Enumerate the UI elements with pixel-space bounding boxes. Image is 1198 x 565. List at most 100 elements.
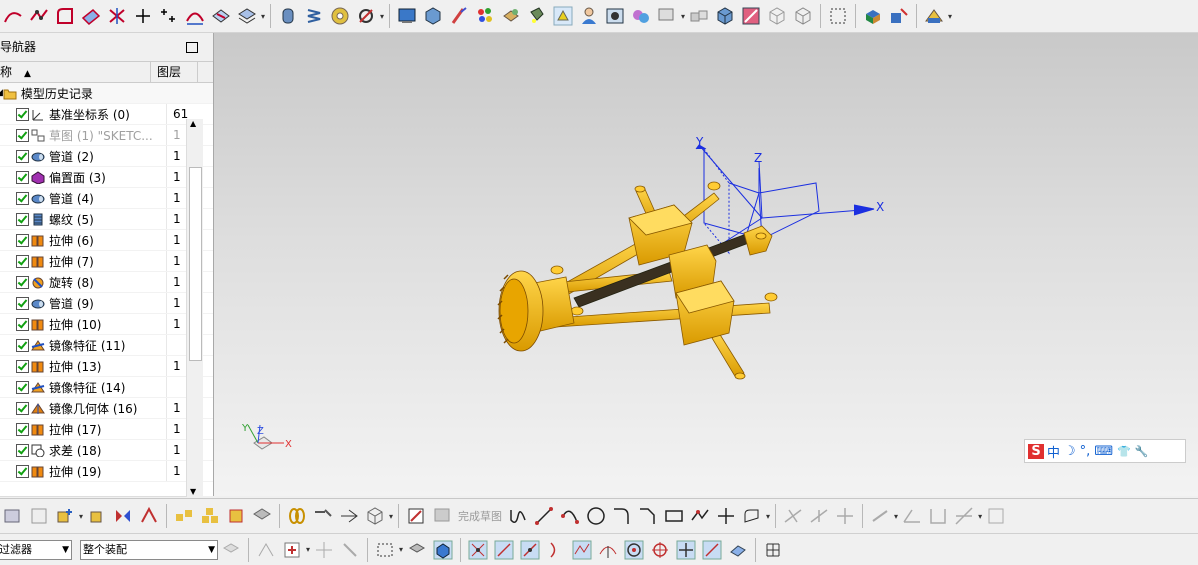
tree-row[interactable]: 偏置面 (3) 1 xyxy=(0,167,213,188)
visibility-checkbox[interactable] xyxy=(16,170,29,184)
spheres-icon[interactable] xyxy=(631,6,651,26)
sogou-s-icon[interactable]: S xyxy=(1028,443,1044,459)
studio-spline-icon[interactable] xyxy=(29,6,49,26)
offset-curve-icon[interactable] xyxy=(81,6,101,26)
cubes-icon[interactable] xyxy=(689,6,709,26)
visibility-checkbox[interactable] xyxy=(16,422,29,436)
vertical-scrollbar[interactable]: ▲ ▼ xyxy=(186,119,203,496)
tree-row[interactable]: 拉伸 (17) 1 xyxy=(0,419,213,440)
sequence-icon[interactable] xyxy=(339,506,359,526)
tree-row[interactable]: 螺纹 (5) 1 xyxy=(0,209,213,230)
circle-icon[interactable] xyxy=(586,506,606,526)
material-icon[interactable] xyxy=(501,6,521,26)
more-arrow-icon[interactable]: ▾ xyxy=(261,12,265,21)
chevron-down-icon[interactable]: ▼ xyxy=(208,541,215,559)
extract-curve-icon[interactable] xyxy=(237,6,257,26)
snap-line-icon[interactable] xyxy=(494,540,514,560)
select-bodies-active-icon[interactable] xyxy=(433,540,453,560)
snap-point-on-surface-icon[interactable] xyxy=(728,540,748,560)
visibility-checkbox[interactable] xyxy=(16,191,29,205)
intersection-curve-icon[interactable] xyxy=(107,6,127,26)
assembly-constraint-icon[interactable] xyxy=(889,6,909,26)
snap-control-point-icon[interactable] xyxy=(572,540,592,560)
replace-component-icon[interactable] xyxy=(226,506,246,526)
snap-arc-center-icon[interactable] xyxy=(624,540,644,560)
sketch-icon[interactable] xyxy=(406,506,426,526)
user-icon[interactable] xyxy=(579,6,599,26)
fillet-curve-icon[interactable] xyxy=(55,6,75,26)
visibility-checkbox[interactable] xyxy=(16,443,29,457)
chamfer-icon[interactable] xyxy=(638,506,658,526)
more-arrow-icon[interactable]: ▾ xyxy=(948,12,952,21)
tree-row[interactable]: 拉伸 (13) 1 xyxy=(0,356,213,377)
polygon-spline-icon[interactable] xyxy=(690,506,710,526)
snap-existing-point-icon[interactable] xyxy=(676,540,696,560)
fit-view-icon[interactable] xyxy=(828,6,848,26)
tree-row[interactable]: 拉伸 (19) 1 xyxy=(0,461,213,482)
tree-row[interactable]: 管道 (4) 1 xyxy=(0,188,213,209)
sketch-point-icon[interactable] xyxy=(716,506,736,526)
more-arrow-icon[interactable]: ▾ xyxy=(380,12,384,21)
point-icon[interactable] xyxy=(133,6,153,26)
scroll-down-icon[interactable]: ▼ xyxy=(190,487,196,496)
gradient-background-icon[interactable] xyxy=(741,6,761,26)
tree-row[interactable]: 旋转 (8) 1 xyxy=(0,272,213,293)
tree-row[interactable]: 镜像特征 (11) xyxy=(0,335,213,356)
visibility-checkbox[interactable] xyxy=(16,401,29,415)
snap-endpoint-icon[interactable] xyxy=(468,540,488,560)
chevron-down-icon[interactable]: ▼ xyxy=(62,541,69,559)
visibility-checkbox[interactable] xyxy=(16,380,29,394)
snap-tangent-icon[interactable] xyxy=(546,540,566,560)
ime-mode[interactable]: 中 xyxy=(1047,442,1060,461)
color-palette-icon[interactable] xyxy=(475,6,495,26)
scroll-up-icon[interactable]: ▲ xyxy=(190,119,196,128)
arc-icon[interactable] xyxy=(560,506,580,526)
wireframe-cube-icon[interactable] xyxy=(767,6,787,26)
tree-row[interactable]: 基准坐标系 (0) 61 xyxy=(0,104,213,125)
more-arrow-icon[interactable]: ▾ xyxy=(306,545,310,554)
model-canvas[interactable]: X Y Z X Y Z xyxy=(214,33,1198,496)
wave-geometry-icon[interactable] xyxy=(252,506,272,526)
shaded-cube-icon[interactable] xyxy=(715,6,735,26)
selection-scope-combo[interactable]: 整个装配 ▼ xyxy=(80,539,218,560)
moon-icon[interactable]: ☽ xyxy=(1064,444,1076,459)
visibility-checkbox[interactable] xyxy=(16,464,29,478)
tree-root[interactable]: ◢ 模型历史记录 xyxy=(0,83,213,104)
select-solids-icon[interactable] xyxy=(407,540,427,560)
add-component-icon[interactable] xyxy=(863,6,883,26)
cylinder-body-icon[interactable] xyxy=(278,6,298,26)
snap-intersection-icon[interactable] xyxy=(598,540,618,560)
display-screen-icon[interactable] xyxy=(397,6,417,26)
more-arrow-icon[interactable]: ▾ xyxy=(681,12,685,21)
move-component-icon[interactable] xyxy=(139,506,159,526)
visibility-checkbox[interactable] xyxy=(16,149,29,163)
mirror-assembly-icon[interactable] xyxy=(113,506,133,526)
snap-grid-icon[interactable] xyxy=(763,540,783,560)
maximize-icon[interactable] xyxy=(186,42,198,53)
new-component-icon[interactable] xyxy=(87,506,107,526)
snap-quadrant-icon[interactable] xyxy=(650,540,670,560)
settings-wrench-icon[interactable]: 🔧 xyxy=(1135,445,1149,458)
project-curve-icon[interactable] xyxy=(211,6,231,26)
curve-icon[interactable] xyxy=(3,6,23,26)
chain-link-icon[interactable] xyxy=(287,506,307,526)
sort-ascending-icon[interactable]: ▲ xyxy=(24,64,31,84)
offset-sketch-icon[interactable] xyxy=(742,506,762,526)
line-icon[interactable] xyxy=(534,506,554,526)
column-layer[interactable]: 图层 xyxy=(151,62,198,82)
tree-row[interactable]: 求差 (18) 1 xyxy=(0,440,213,461)
visibility-checkbox[interactable] xyxy=(16,275,29,289)
hidden-edge-cube-icon[interactable] xyxy=(793,6,813,26)
rectangle-icon[interactable] xyxy=(664,506,684,526)
light-icon[interactable] xyxy=(527,6,547,26)
more-arrow-icon[interactable]: ▾ xyxy=(978,512,982,521)
tree-row[interactable]: 镜像特征 (14) xyxy=(0,377,213,398)
fillet-icon[interactable] xyxy=(612,506,632,526)
visibility-checkbox[interactable] xyxy=(16,107,29,121)
bridge-curve-icon[interactable] xyxy=(185,6,205,26)
assembly-navigator-icon[interactable] xyxy=(3,506,23,526)
brush-icon[interactable] xyxy=(449,6,469,26)
column-name[interactable]: 名称 ▲ xyxy=(0,62,151,82)
more-arrow-icon[interactable]: ▾ xyxy=(79,512,83,521)
tree-row[interactable]: 草图 (1) "SKETC... 1 xyxy=(0,125,213,146)
